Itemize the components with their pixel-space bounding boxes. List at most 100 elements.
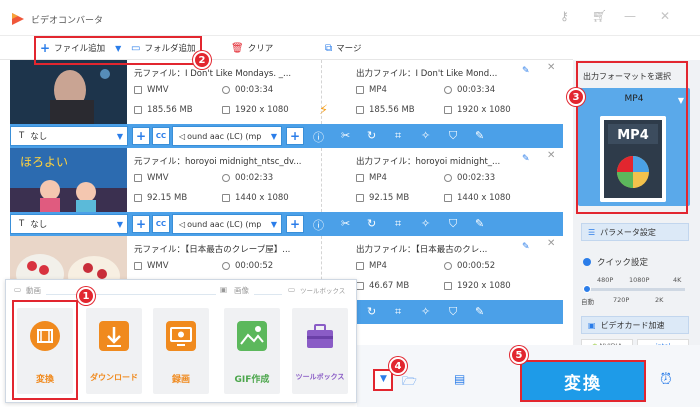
toolbox-section-icon: ▭ bbox=[288, 285, 296, 294]
clock-icon bbox=[222, 86, 230, 94]
format-icon bbox=[356, 86, 364, 94]
source-duration: 00:02:33 bbox=[222, 173, 273, 183]
gpu-acceleration-button[interactable]: ▣ ビデオカード加速 bbox=[581, 316, 689, 334]
output-size: 92.15 MB bbox=[356, 193, 409, 203]
toolbox-tile[interactable]: ツールボックス bbox=[292, 308, 348, 394]
remove-file-icon[interactable]: ✕ bbox=[547, 150, 555, 161]
subtitle-edit-icon[interactable]: ✎ bbox=[475, 305, 484, 318]
source-duration-value: 00:02:33 bbox=[235, 173, 274, 183]
add-folder-button[interactable]: ▭ フォルダ追加 bbox=[131, 40, 195, 56]
source-file-name: 元ファイル：【日本最古のクレープ屋】... bbox=[134, 245, 291, 255]
cut-icon[interactable]: ✂ bbox=[341, 129, 350, 142]
file-size-icon bbox=[134, 194, 142, 202]
add-audio-button[interactable]: + bbox=[286, 215, 304, 233]
edit-name-icon[interactable]: ✎ bbox=[522, 242, 530, 252]
slider-label-2k: 2K bbox=[655, 296, 664, 304]
chevron-down-icon: ▼ bbox=[270, 219, 277, 229]
effect-icon[interactable]: ✧ bbox=[421, 217, 430, 230]
effect-icon[interactable]: ✧ bbox=[421, 129, 430, 142]
add-file-button[interactable]: + ファイル追加 ▼ bbox=[40, 40, 121, 56]
watermark-icon[interactable]: ⛉ bbox=[449, 129, 457, 143]
output-format-selector[interactable]: MP4 ▼ MP4 bbox=[578, 88, 690, 206]
output-size: 46.67 MB bbox=[356, 281, 409, 291]
watermark-icon[interactable]: ⛉ bbox=[449, 217, 457, 231]
cut-icon[interactable]: ✂ bbox=[341, 217, 350, 230]
toolbox-icon bbox=[307, 324, 333, 348]
add-audio-button[interactable]: + bbox=[286, 127, 304, 145]
cc-icon[interactable]: CC bbox=[152, 215, 170, 233]
merge-button[interactable]: ⧉ マージ bbox=[325, 40, 361, 56]
minimize-icon[interactable]: — bbox=[624, 9, 636, 23]
watermark-icon[interactable]: ⛉ bbox=[449, 305, 457, 319]
remove-file-icon[interactable]: ✕ bbox=[547, 238, 555, 249]
section-divider bbox=[46, 294, 216, 295]
speaker-icon: ◁ bbox=[179, 219, 186, 229]
effect-icon[interactable]: ✧ bbox=[421, 305, 430, 318]
crop-icon[interactable]: ⌗ bbox=[395, 129, 401, 143]
file-row[interactable]: 元ファイル：I Don't Like Mondays. _... WMV 00:… bbox=[10, 60, 563, 148]
crop-icon[interactable]: ⌗ bbox=[395, 217, 401, 231]
slider-label-480p: 480P bbox=[597, 276, 614, 284]
app-logo-icon bbox=[12, 13, 24, 25]
clear-button[interactable]: 🗑︎ クリア bbox=[231, 40, 273, 56]
subtitle-edit-icon[interactable]: ✎ bbox=[475, 129, 484, 142]
merge-label: マージ bbox=[336, 44, 362, 54]
audio-track-select[interactable]: ◁ ound aac (LC) (mp ▼ bbox=[172, 126, 282, 146]
subtitle-select[interactable]: T なし ▼ bbox=[10, 214, 128, 234]
cart-icon[interactable]: 🛒︎ bbox=[592, 9, 607, 23]
open-folder-icon[interactable]: 🗁︎ bbox=[402, 372, 417, 393]
row-edit-bar: T なし ▼ + CC ◁ ound aac (LC) (mp ▼ + ⓘ ✂ ↻ ⌗ … bbox=[10, 212, 563, 236]
output-folder-icon[interactable]: ▤ bbox=[454, 372, 465, 386]
speaker-icon: ◁ bbox=[179, 131, 186, 141]
source-size: 92.15 MB bbox=[134, 193, 187, 203]
add-subtitle-button[interactable]: + bbox=[132, 215, 150, 233]
add-subtitle-button[interactable]: + bbox=[132, 127, 150, 145]
slider-knob[interactable] bbox=[583, 285, 591, 293]
source-size: 185.56 MB bbox=[134, 105, 193, 115]
convert-tile[interactable]: 変換 bbox=[17, 308, 73, 394]
convert-button[interactable]: 変換 bbox=[522, 362, 644, 400]
crop-icon[interactable]: ⌗ bbox=[395, 305, 401, 319]
gif-maker-tile[interactable]: GIF作成 bbox=[224, 308, 280, 394]
source-duration: 00:03:34 bbox=[222, 85, 273, 95]
step-badge-5: 5 bbox=[510, 346, 528, 364]
section-divider bbox=[254, 294, 282, 295]
record-tile[interactable]: 録画 bbox=[153, 308, 209, 394]
edit-name-icon[interactable]: ✎ bbox=[522, 154, 530, 164]
rotate-icon[interactable]: ↻ bbox=[367, 129, 376, 142]
source-file-name: 元ファイル：horoyoi midnight_ntsc_dv... bbox=[134, 157, 302, 167]
rotate-icon[interactable]: ↻ bbox=[367, 305, 376, 318]
output-folder-dropdown[interactable]: ▼ bbox=[375, 371, 392, 389]
output-settings-panel: 出力フォーマットを選択 MP4 ▼ MP4 ☰ パラメータ設定 クイック設定 4… bbox=[573, 60, 700, 353]
info-icon[interactable]: ⓘ bbox=[313, 217, 324, 233]
output-duration: 00:02:33 bbox=[444, 173, 495, 183]
clear-label: クリア bbox=[247, 44, 274, 54]
file-size-icon bbox=[134, 106, 142, 114]
key-icon[interactable]: ⚷ bbox=[560, 9, 569, 23]
video-thumbnail[interactable] bbox=[10, 60, 127, 124]
output-resolution: 1920 x 1080 bbox=[444, 281, 511, 291]
edit-name-icon[interactable]: ✎ bbox=[522, 66, 530, 76]
parameter-settings-button[interactable]: ☰ パラメータ設定 bbox=[581, 223, 689, 241]
resolution-icon bbox=[444, 106, 452, 114]
output-format: MP4 bbox=[356, 261, 387, 271]
video-thumbnail[interactable]: ほろよい bbox=[10, 148, 127, 212]
toolbox-tile-label: ツールボックス bbox=[295, 373, 345, 381]
chevron-down-icon[interactable]: ▼ bbox=[115, 44, 121, 53]
close-window-icon[interactable]: ✕ bbox=[660, 9, 670, 23]
subtitle-edit-icon[interactable]: ✎ bbox=[475, 217, 484, 230]
file-size-icon bbox=[356, 106, 364, 114]
audio-track-select[interactable]: ◁ ound aac (LC) (mp ▼ bbox=[172, 214, 282, 234]
alarm-clock-icon[interactable]: ⏰︎ bbox=[660, 370, 672, 388]
quality-slider[interactable] bbox=[583, 285, 685, 293]
rotate-icon[interactable]: ↻ bbox=[367, 217, 376, 230]
cc-icon[interactable]: CC bbox=[152, 127, 170, 145]
format-icon bbox=[134, 86, 142, 94]
remove-file-icon[interactable]: ✕ bbox=[547, 62, 555, 73]
download-tile[interactable]: ダウンロード bbox=[86, 308, 142, 394]
output-duration-value: 00:03:34 bbox=[457, 85, 496, 95]
info-icon[interactable]: ⓘ bbox=[313, 129, 324, 145]
audio-track-value: ound aac (LC) (mp bbox=[187, 219, 262, 229]
subtitle-select[interactable]: T なし ▼ bbox=[10, 126, 128, 146]
file-row[interactable]: ほろよい 元ファイル：horoyoi midnight_ntsc_dv... W… bbox=[10, 148, 563, 236]
